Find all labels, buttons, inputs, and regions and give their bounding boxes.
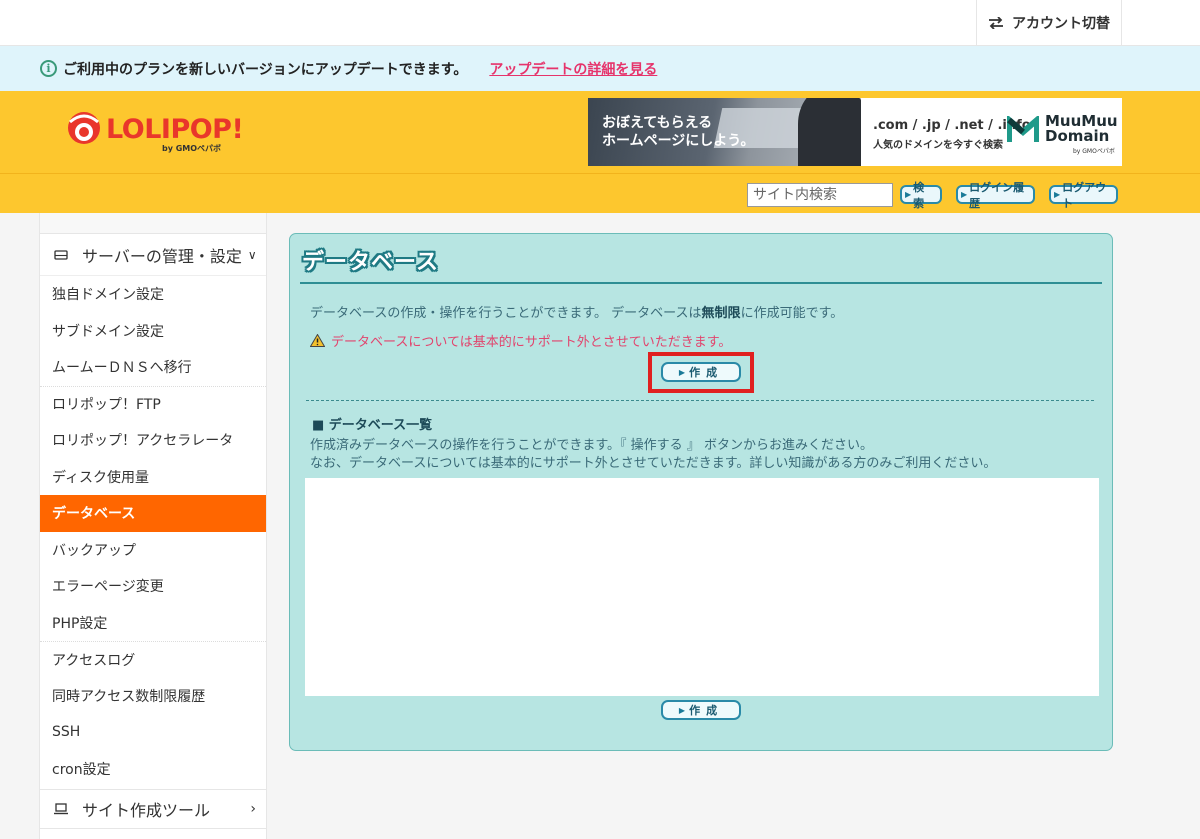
sidebar-item-database[interactable]: データベース bbox=[40, 495, 266, 532]
muumuu-brand: MuuMuu Domain bbox=[1045, 112, 1118, 145]
sidebar-item-backup[interactable]: バックアップ bbox=[40, 532, 266, 569]
account-switch-button[interactable]: アカウント切替 bbox=[976, 0, 1122, 46]
site-header: LOLIPOP! by GMOペパボ おぼえてもらえる ホームページにしよう。 … bbox=[0, 91, 1200, 213]
page-title: データベース bbox=[302, 250, 439, 275]
sidebar-item-ssh[interactable]: SSH bbox=[40, 714, 266, 751]
notice-message: ご利用中のプランを新しいバージョンにアップデートできます。 bbox=[63, 61, 468, 78]
chevron-down-icon: ∨ bbox=[247, 247, 257, 262]
muumuu-brand-sub: by GMOペパボ bbox=[1073, 148, 1115, 155]
play-arrow-icon: ▶ bbox=[678, 705, 686, 715]
logo-sub: by GMOペパボ bbox=[162, 144, 222, 153]
sidebar-bottom-label: サイト作成ツール bbox=[82, 801, 211, 820]
database-list bbox=[305, 478, 1099, 696]
create-database-button[interactable]: ▶ 作成 bbox=[661, 362, 741, 382]
sidebar-item-subdomain[interactable]: サブドメイン設定 bbox=[40, 313, 266, 350]
banner-copy-line1: おぼえてもらえる bbox=[602, 115, 713, 131]
logo-text: LOLIPOP! bbox=[106, 114, 244, 145]
banner-copy-line2: ホームページにしよう。 bbox=[602, 133, 755, 149]
banner-ad-text: .com / .jp / .net / .info 人気のドメインを今すぐ検索 … bbox=[861, 98, 1122, 166]
info-icon: i bbox=[40, 60, 57, 77]
sidebar-item-cron[interactable]: cron設定 bbox=[40, 751, 266, 788]
database-description: データベースの作成・操作を行うことができます。 データベースは無制限に作成可能で… bbox=[310, 306, 844, 321]
sidebar-item-access-log[interactable]: アクセスログ bbox=[40, 641, 266, 678]
muumuu-domain-banner[interactable]: おぼえてもらえる ホームページにしよう。 .com / .jp / .net /… bbox=[588, 98, 1122, 166]
logout-button[interactable]: ▶ ログアウト bbox=[1049, 181, 1118, 210]
sidebar-section-site-tools[interactable]: サイト作成ツール › bbox=[40, 789, 266, 829]
update-details-link[interactable]: アップデートの詳細を見る bbox=[489, 59, 657, 79]
sidebar-section-label: サーバーの管理・設定 bbox=[82, 246, 242, 266]
swap-arrows-icon bbox=[988, 17, 1004, 29]
login-history-button[interactable]: ▶ ログイン履歴 bbox=[956, 181, 1035, 210]
database-panel: データベース データベースの作成・操作を行うことができます。 データベースは無制… bbox=[289, 233, 1113, 751]
banner-photo: おぼえてもらえる ホームページにしよう。 bbox=[588, 98, 861, 166]
lolipop-logo[interactable]: LOLIPOP! by GMOペパボ bbox=[66, 108, 246, 158]
chevron-right-icon: › bbox=[250, 801, 256, 817]
database-list-description: 作成済みデータベースの操作を行うことができます。『 操作する 』 ボタンからお進… bbox=[310, 438, 997, 471]
database-list-heading: ■ データベース一覧 bbox=[312, 418, 433, 433]
update-notice: i ご利用中のプランを新しいバージョンにアップデートできます。 アップデートの詳… bbox=[0, 46, 1200, 91]
server-icon bbox=[52, 249, 70, 260]
sidebar-item-muumuu-dns[interactable]: ムームーＤＮＳへ移行 bbox=[40, 349, 266, 386]
site-search-input[interactable] bbox=[747, 183, 893, 207]
top-bar: アカウント切替 bbox=[0, 0, 1200, 46]
play-arrow-icon: ▶ bbox=[961, 190, 968, 199]
support-warning: データベースについては基本的にサポート外とさせていただきます。 bbox=[310, 331, 731, 350]
sidebar-section-server[interactable]: サーバーの管理・設定 ∨ bbox=[40, 234, 266, 276]
lolipop-logo-icon bbox=[68, 112, 100, 144]
sidebar: サーバーの管理・設定 ∨ 独自ドメイン設定 サブドメイン設定 ムームーＤＮＳへ移… bbox=[39, 213, 267, 839]
laptop-icon bbox=[52, 803, 70, 815]
warning-icon bbox=[310, 334, 325, 347]
banner-tagline: 人気のドメインを今すぐ検索 bbox=[873, 140, 1003, 151]
sidebar-item-error-page[interactable]: エラーページ変更 bbox=[40, 568, 266, 605]
play-arrow-icon: ▶ bbox=[1054, 190, 1061, 199]
sidebar-item-php-settings[interactable]: PHP設定 bbox=[40, 605, 266, 642]
search-button[interactable]: ▶ 検索 bbox=[900, 181, 942, 210]
sidebar-item-ftp[interactable]: ロリポップ！FTP bbox=[40, 385, 266, 423]
play-arrow-icon: ▶ bbox=[678, 367, 686, 377]
muumuu-logo-icon bbox=[1007, 116, 1039, 142]
sidebar-item-disk-usage[interactable]: ディスク使用量 bbox=[40, 459, 266, 496]
account-switch-label: アカウント切替 bbox=[1012, 16, 1110, 32]
play-arrow-icon: ▶ bbox=[905, 190, 912, 199]
sidebar-item-concurrent-access[interactable]: 同時アクセス数制限履歴 bbox=[40, 678, 266, 715]
sidebar-item-custom-domain[interactable]: 独自ドメイン設定 bbox=[40, 276, 266, 313]
create-database-button-bottom[interactable]: ▶ 作成 bbox=[661, 700, 741, 720]
sidebar-item-accelerator[interactable]: ロリポップ！アクセラレータ bbox=[40, 422, 266, 459]
